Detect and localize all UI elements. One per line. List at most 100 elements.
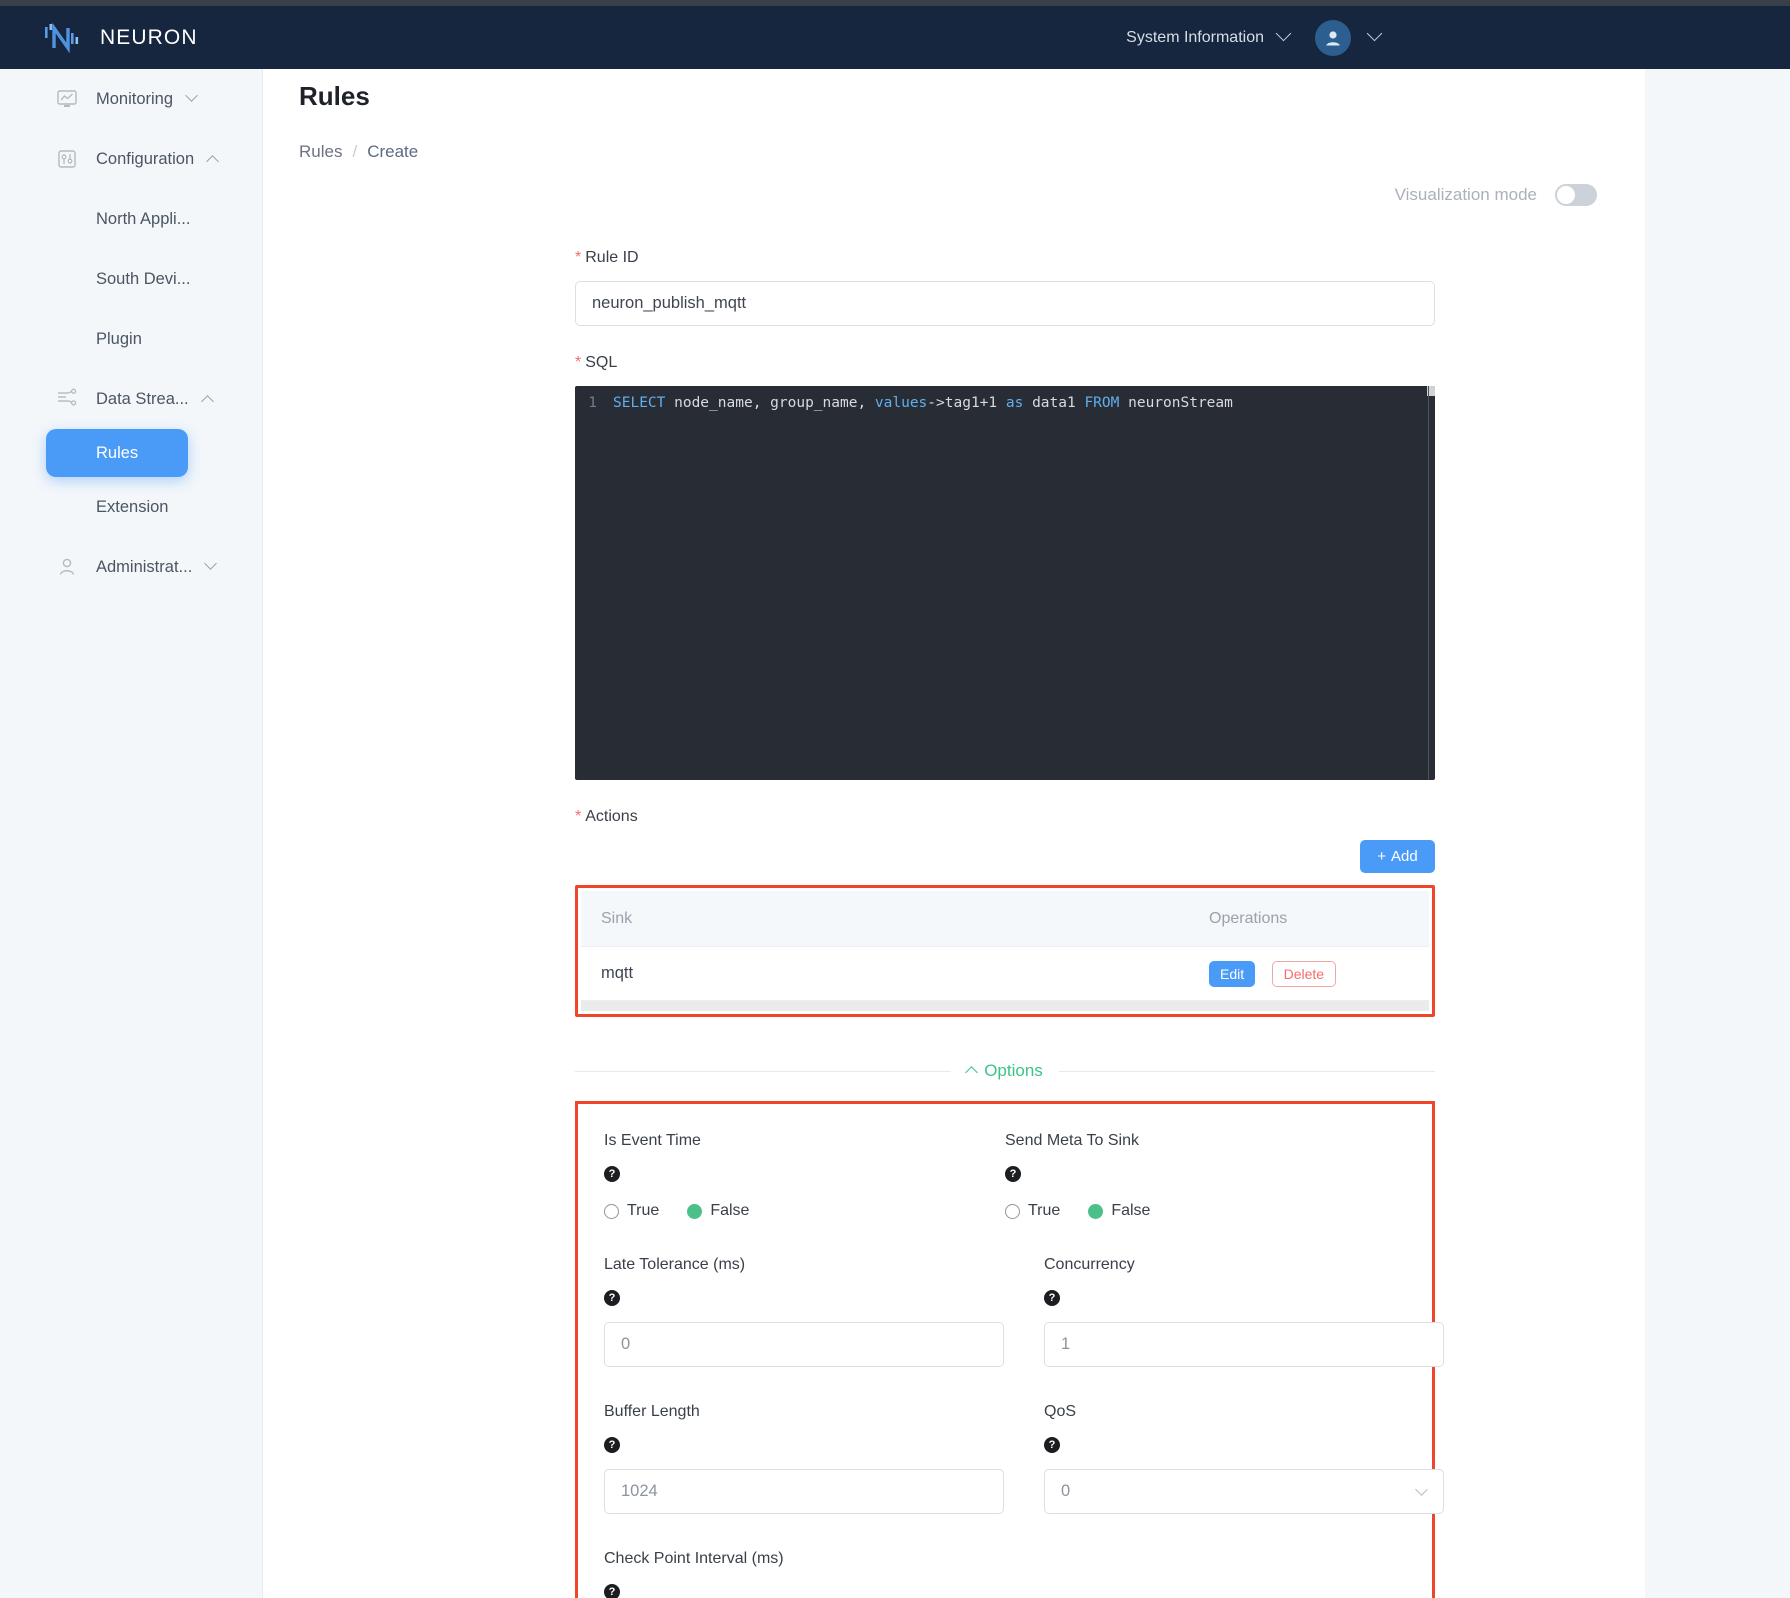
options-row-1: Is Event Time ? True False Send Meta To … <box>604 1132 1406 1220</box>
sidebar-item-data-streaming[interactable]: Data Strea... <box>0 369 262 429</box>
chevron-down-icon[interactable] <box>204 556 218 577</box>
question-mark-icon[interactable]: ? <box>1005 1166 1021 1182</box>
sql-code-text: SELECT node_name, group_name, values->ta… <box>613 395 1233 411</box>
chevron-down-icon[interactable] <box>1275 25 1292 48</box>
question-mark-icon[interactable]: ? <box>604 1166 620 1182</box>
radio-send-meta-false[interactable]: False <box>1088 1202 1150 1220</box>
breadcrumb-root[interactable]: Rules <box>299 142 342 162</box>
data-stream-icon <box>56 388 78 410</box>
brand[interactable]: NEURON <box>42 21 198 55</box>
sql-editor-line: 1 SELECT node_name, group_name, values->… <box>575 386 1435 411</box>
field-concurrency: Concurrency ? <box>1044 1256 1444 1367</box>
options-toggle[interactable]: Options <box>965 1061 1043 1081</box>
brand-name: NEURON <box>100 25 198 49</box>
sidebar-item-rules[interactable]: Rules <box>46 429 188 477</box>
chevron-up-icon <box>965 1065 979 1079</box>
edit-button[interactable]: Edit <box>1209 960 1256 987</box>
sidebar-item-south-devices[interactable]: South Devi... <box>0 249 262 309</box>
late-tolerance-input[interactable] <box>604 1322 1004 1367</box>
column-header-operations: Operations <box>1209 909 1288 927</box>
rule-create-form: *Rule ID *SQL 1 SELECT node_name, group_… <box>575 249 1444 1598</box>
sidebar-item-extension[interactable]: Extension <box>0 477 262 537</box>
system-information-menu[interactable]: System Information <box>1126 29 1264 47</box>
actions-table-highlight: Sink Operations mqtt Edit Delete <box>575 885 1435 1017</box>
sql-editor-divider <box>1428 386 1429 780</box>
sidebar-item-north-applications[interactable]: North Appli... <box>0 189 262 249</box>
field-label: Late Tolerance (ms) <box>604 1256 746 1273</box>
sidebar: Monitoring Configuration North Appli... … <box>0 69 262 1598</box>
sidebar-label-plugin: Plugin <box>96 329 142 348</box>
breadcrumb-current: Create <box>367 142 419 161</box>
sidebar-item-monitoring[interactable]: Monitoring <box>0 69 262 129</box>
buffer-length-input[interactable] <box>604 1469 1004 1514</box>
sidebar-label-rules: Rules <box>96 443 139 462</box>
question-mark-icon[interactable]: ? <box>604 1437 620 1453</box>
radio-is-event-time-true[interactable]: True <box>604 1202 659 1220</box>
field-label: Check Point Interval (ms) <box>604 1550 784 1567</box>
rule-id-label: * Rule ID <box>575 249 1435 267</box>
concurrency-input[interactable] <box>1044 1322 1444 1367</box>
sql-editor[interactable]: 1 SELECT node_name, group_name, values->… <box>575 386 1435 780</box>
cell-operations: Edit Delete <box>1201 960 1429 987</box>
qos-select[interactable] <box>1044 1469 1444 1514</box>
field-qos: QoS ? <box>1044 1403 1444 1514</box>
radio-label: False <box>1111 1202 1151 1219</box>
table-horizontal-scrollbar[interactable] <box>581 1001 1429 1011</box>
radio-is-event-time-false[interactable]: False <box>687 1202 749 1220</box>
sidebar-label-monitoring: Monitoring <box>96 89 174 108</box>
radio-dot <box>1005 1203 1020 1219</box>
field-late-tolerance: Late Tolerance (ms) ? <box>604 1256 1004 1367</box>
user-avatar-icon[interactable] <box>1315 19 1351 56</box>
person-icon <box>56 556 78 578</box>
question-mark-icon[interactable]: ? <box>1044 1290 1060 1306</box>
top-navbar: NEURON System Information <box>0 6 1790 69</box>
field-label: QoS <box>1044 1403 1077 1420</box>
field-label: Send Meta To Sink <box>1005 1132 1140 1149</box>
sidebar-item-plugin[interactable]: Plugin <box>0 309 262 369</box>
options-row-2: Late Tolerance (ms) ? Concurrency ? <box>604 1256 1444 1367</box>
required-marker: * <box>575 354 582 371</box>
add-action-row: + Add <box>575 840 1435 873</box>
add-action-button[interactable]: + Add <box>1360 840 1435 873</box>
actions-table: Sink Operations mqtt Edit Delete <box>581 891 1429 1011</box>
sliders-icon <box>56 148 78 170</box>
rule-id-label-text: Rule ID <box>585 249 639 266</box>
divider-line-right <box>1058 1070 1435 1072</box>
plus-icon: + <box>1377 848 1387 865</box>
options-divider: Options <box>575 1061 1435 1081</box>
sidebar-label-configuration: Configuration <box>96 149 195 168</box>
navbar-right: System Information <box>1126 19 1383 56</box>
divider-line-left <box>575 1070 952 1072</box>
sidebar-item-administration[interactable]: Administrat... <box>0 537 262 597</box>
question-mark-icon[interactable]: ? <box>1044 1437 1060 1453</box>
sidebar-label-extension: Extension <box>96 497 169 516</box>
question-mark-icon[interactable]: ? <box>604 1584 620 1598</box>
field-send-meta-to-sink: Send Meta To Sink ? True False <box>1005 1132 1366 1220</box>
visualization-mode-control: Visualization mode <box>1395 184 1597 206</box>
chevron-up-icon[interactable] <box>206 150 220 169</box>
table-row: mqtt Edit Delete <box>581 947 1429 1001</box>
actions-label-text: Actions <box>585 808 638 825</box>
rule-id-input[interactable] <box>575 281 1435 326</box>
sql-label: * SQL <box>575 354 1435 372</box>
radio-label: False <box>710 1202 750 1219</box>
visualization-mode-toggle[interactable] <box>1555 184 1597 206</box>
question-mark-icon[interactable]: ? <box>604 1290 620 1306</box>
sidebar-item-configuration[interactable]: Configuration <box>0 129 262 189</box>
sidebar-label-south-devices: South Devi... <box>96 269 191 288</box>
monitor-chart-icon <box>56 88 78 110</box>
sql-line-number: 1 <box>588 395 597 411</box>
table-header-row: Sink Operations <box>581 891 1429 947</box>
radio-send-meta-true[interactable]: True <box>1005 1202 1060 1220</box>
radio-dot-selected <box>1088 1203 1104 1219</box>
field-buffer-length: Buffer Length ? <box>604 1403 1004 1514</box>
delete-button[interactable]: Delete <box>1271 960 1337 987</box>
column-header-sink: Sink <box>601 909 633 927</box>
chevron-up-icon[interactable] <box>200 390 214 409</box>
add-button-label: Add <box>1391 848 1418 865</box>
qos-select-wrapper <box>1044 1469 1444 1514</box>
main-content: Rules Rules / Create Visualization mode … <box>262 69 1645 1598</box>
radio-dot <box>604 1203 619 1219</box>
chevron-down-icon[interactable] <box>185 88 198 109</box>
user-chevron-down-icon[interactable] <box>1366 25 1383 48</box>
